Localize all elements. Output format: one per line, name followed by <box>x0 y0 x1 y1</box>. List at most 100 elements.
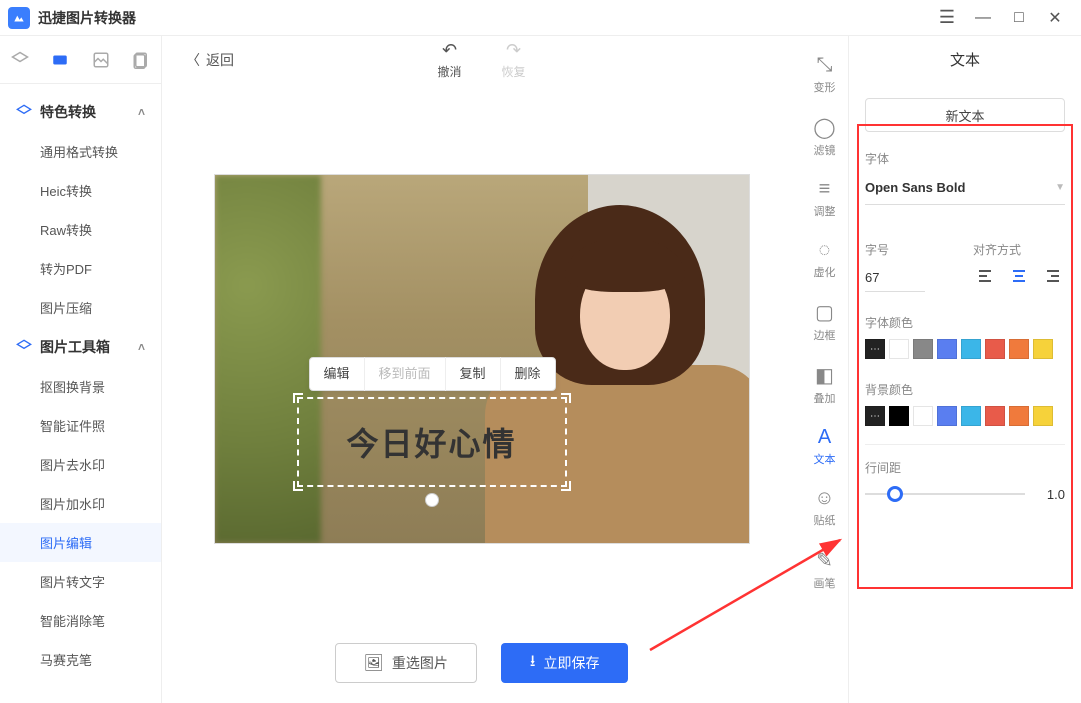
mode-tab-4-icon[interactable] <box>131 50 151 70</box>
nav-item[interactable]: 智能消除笔 <box>0 601 161 640</box>
bg-color-more[interactable]: ⋯ <box>865 406 885 426</box>
titlebar: 迅捷图片转换器 ☰ — □ ✕ <box>0 0 1081 36</box>
undo-button[interactable]: ↶ 撤消 <box>437 40 461 80</box>
font-color-swatch[interactable] <box>913 339 933 359</box>
font-color-more[interactable]: ⋯ <box>865 339 885 359</box>
nav-item[interactable]: 转为PDF <box>0 249 161 288</box>
font-color-swatch[interactable] <box>985 339 1005 359</box>
download-icon: ⭳ <box>530 650 536 677</box>
nav-item[interactable]: Heic转换 <box>0 171 161 210</box>
bg-color-swatch[interactable] <box>1033 406 1053 426</box>
delete-button[interactable]: 删除 <box>501 357 555 391</box>
nav-item[interactable]: Raw转换 <box>0 210 161 249</box>
rotate-handle[interactable] <box>425 493 439 507</box>
reselect-image-button[interactable]: 🖼 重选图片 <box>335 643 477 683</box>
font-size-input[interactable] <box>865 264 925 292</box>
叠加-icon: ◧ <box>815 363 834 388</box>
panel-title: 文本 <box>849 36 1081 82</box>
nav-item[interactable]: 马赛克笔 <box>0 640 161 679</box>
resize-handle-tl[interactable] <box>293 393 303 403</box>
close-button[interactable]: ✕ <box>1037 4 1073 32</box>
sidebar: 特色转换˄通用格式转换Heic转换Raw转换转为PDF图片压缩图片工具箱˄抠图换… <box>0 36 162 703</box>
tool-滤镜[interactable]: ◯滤镜 <box>805 109 845 164</box>
mode-tab-3-icon[interactable] <box>91 50 111 70</box>
maximize-button[interactable]: □ <box>1001 4 1037 32</box>
font-color-swatch[interactable] <box>1033 339 1053 359</box>
chevron-up-icon: ˄ <box>138 105 145 119</box>
tool-调整[interactable]: ≡调整 <box>805 172 845 225</box>
nav-section[interactable]: 图片工具箱˄ <box>0 327 161 367</box>
tool-边框[interactable]: ▢边框 <box>805 294 845 349</box>
tool-文本[interactable]: A文本 <box>805 420 845 473</box>
move-front-button[interactable]: 移到前面 <box>365 357 446 391</box>
nav-item[interactable]: 图片去水印 <box>0 445 161 484</box>
align-center-button[interactable] <box>1007 264 1031 288</box>
font-select[interactable]: Open Sans Bold ▼ <box>865 171 1065 205</box>
app-logo <box>8 7 30 29</box>
line-height-slider[interactable] <box>865 486 1025 502</box>
resize-handle-tr[interactable] <box>561 393 571 403</box>
selection-toolbar: 编辑 移到前面 复制 删除 <box>309 357 556 391</box>
bg-color-swatch[interactable] <box>961 406 981 426</box>
section-icon <box>16 104 32 120</box>
nav-section[interactable]: 特色转换˄ <box>0 92 161 132</box>
nav-item[interactable]: 图片加水印 <box>0 484 161 523</box>
size-label: 字号 <box>865 241 953 258</box>
align-right-button[interactable] <box>1041 264 1065 288</box>
bg-color-swatch[interactable] <box>1009 406 1029 426</box>
bg-color-swatch[interactable] <box>937 406 957 426</box>
font-color-swatch[interactable] <box>889 339 909 359</box>
text-layer[interactable]: 今日好心情 <box>297 397 567 487</box>
mode-tab-1-icon[interactable] <box>10 50 30 70</box>
save-button[interactable]: ⭳ 立即保存 <box>501 643 629 683</box>
resize-handle-br[interactable] <box>561 481 571 491</box>
画笔-icon: ✎ <box>816 548 833 573</box>
chevron-up-icon: ˄ <box>138 340 145 354</box>
properties-panel: 文本 新文本 字体 Open Sans Bold ▼ 字号 对齐方式 <box>849 36 1081 703</box>
resize-handle-bl[interactable] <box>293 481 303 491</box>
align-left-button[interactable] <box>973 264 997 288</box>
new-text-button[interactable]: 新文本 <box>865 98 1065 132</box>
undo-icon: ↶ <box>442 40 457 61</box>
canvas[interactable]: 编辑 移到前面 复制 删除 今日好心情 <box>214 174 750 544</box>
nav-item[interactable]: 图片转文字 <box>0 562 161 601</box>
font-label: 字体 <box>865 150 1065 167</box>
nav-item[interactable]: 图片压缩 <box>0 288 161 327</box>
app-title: 迅捷图片转换器 <box>38 8 136 28</box>
虚化-icon: ◌ <box>819 239 831 262</box>
滤镜-icon: ◯ <box>813 115 835 140</box>
bg-color-swatch[interactable] <box>985 406 1005 426</box>
mode-tab-2-icon[interactable] <box>50 50 70 70</box>
dropdown-icon: ▼ <box>1055 182 1065 193</box>
文本-icon: A <box>818 426 831 449</box>
贴纸-icon: ☺ <box>814 487 834 510</box>
tool-叠加[interactable]: ◧叠加 <box>805 357 845 412</box>
redo-button[interactable]: ↷ 恢复 <box>502 40 526 80</box>
tool-strip: ⤡变形 ◯滤镜 ≡调整 ◌虚化 ▢边框 ◧叠加 A文本 ☺贴纸 ✎画笔 <box>801 36 849 703</box>
bg-color-swatch[interactable] <box>889 406 909 426</box>
font-color-swatch[interactable] <box>1009 339 1029 359</box>
font-color-swatch[interactable] <box>961 339 981 359</box>
tool-虚化[interactable]: ◌虚化 <box>805 233 845 286</box>
copy-button[interactable]: 复制 <box>446 357 501 391</box>
nav-item[interactable]: 图片编辑 <box>0 523 161 562</box>
tool-变形[interactable]: ⤡变形 <box>805 48 845 101</box>
nav-item[interactable]: 抠图换背景 <box>0 367 161 406</box>
hamburger-icon[interactable]: ☰ <box>929 4 965 32</box>
调整-icon: ≡ <box>819 178 831 201</box>
minimize-button[interactable]: — <box>965 4 1001 32</box>
tool-画笔[interactable]: ✎画笔 <box>805 542 845 597</box>
tool-贴纸[interactable]: ☺贴纸 <box>805 481 845 534</box>
bg-color-swatch[interactable] <box>913 406 933 426</box>
redo-icon: ↷ <box>506 40 521 61</box>
back-button[interactable]: 〈 返回 <box>186 50 234 70</box>
nav-item[interactable]: 智能证件照 <box>0 406 161 445</box>
line-height-value: 1.0 <box>1035 487 1065 502</box>
nav-item[interactable]: 通用格式转换 <box>0 132 161 171</box>
font-color-label: 字体颜色 <box>865 314 1065 331</box>
line-height-label: 行间距 <box>865 459 1065 476</box>
边框-icon: ▢ <box>815 300 834 325</box>
edit-text-button[interactable]: 编辑 <box>310 357 365 391</box>
font-color-swatch[interactable] <box>937 339 957 359</box>
bg-color-label: 背景颜色 <box>865 381 1065 398</box>
